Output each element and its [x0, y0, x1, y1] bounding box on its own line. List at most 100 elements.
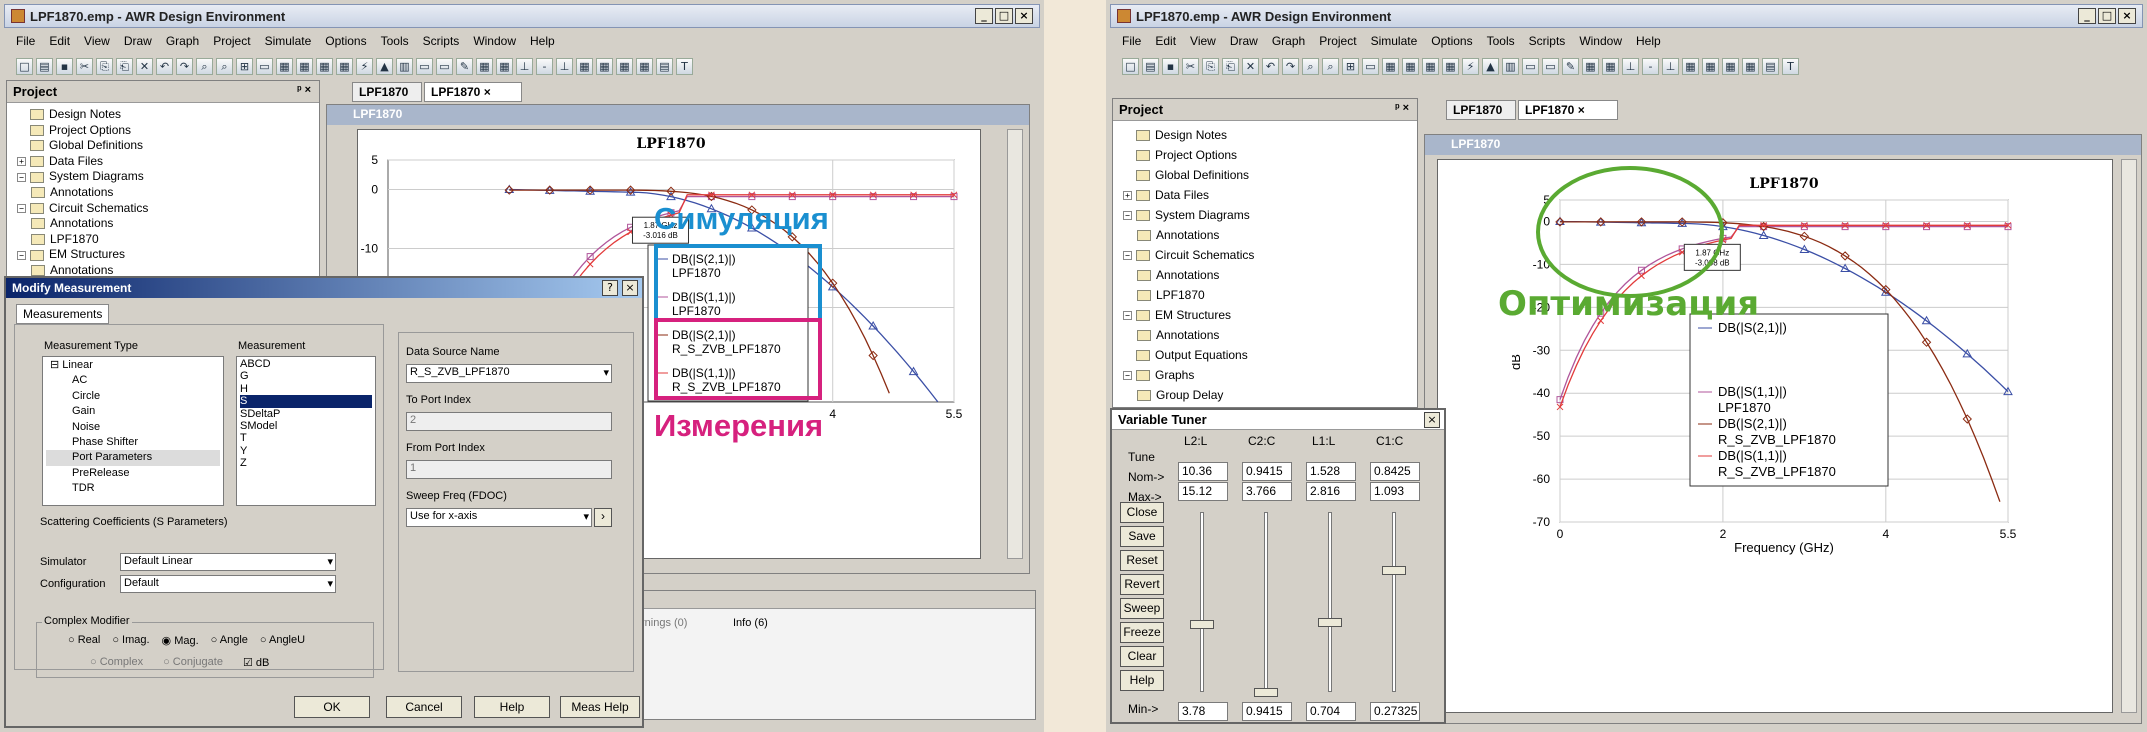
- dialog-button-cancel[interactable]: Cancel: [386, 696, 462, 718]
- measurement-type-item[interactable]: Port Parameters: [46, 450, 220, 466]
- left-graph-vscroll[interactable]: [1007, 129, 1023, 559]
- toolbar-icon[interactable]: ↶: [156, 57, 173, 75]
- tuner-slider-thumb[interactable]: [1382, 565, 1406, 575]
- tree-item[interactable]: Design Notes: [17, 107, 148, 123]
- toolbar-icon[interactable]: ⊥: [516, 57, 533, 75]
- toolbar-icon[interactable]: ▤: [36, 57, 53, 75]
- tab-lpf1870-b[interactable]: LPF1870 ×: [1518, 100, 1618, 120]
- dialog-button-ok[interactable]: OK: [294, 696, 370, 718]
- toolbar-icon[interactable]: ▦: [1582, 57, 1599, 75]
- measurement-type-item[interactable]: PreRelease: [46, 466, 220, 481]
- tuner-nom-field[interactable]: 0.9415: [1242, 462, 1292, 481]
- toolbar-icon[interactable]: ✕: [1242, 57, 1259, 75]
- expand-icon[interactable]: −: [17, 250, 26, 260]
- complex-modifier-option[interactable]: ○ Conjugate: [163, 656, 223, 669]
- toolbar-icon[interactable]: ▥: [396, 57, 413, 75]
- toolbar-icon[interactable]: ⎗: [116, 57, 133, 75]
- sweep-select[interactable]: Use for x-axis ▾: [406, 508, 592, 527]
- toolbar-icon[interactable]: ▤: [656, 57, 673, 75]
- toolbar-icon[interactable]: ⌕: [1322, 57, 1339, 75]
- tree-item[interactable]: + Data Files: [17, 154, 148, 170]
- tree-item[interactable]: Output Equations: [1123, 345, 1254, 365]
- tuner-button-revert[interactable]: Revert: [1120, 574, 1164, 595]
- tab-lpf1870-a[interactable]: LPF1870: [352, 82, 422, 102]
- tuner-max-field[interactable]: 15.12: [1178, 482, 1228, 501]
- measurement-type-item[interactable]: Gain: [46, 404, 220, 419]
- tree-item[interactable]: − Circuit Schematics: [1123, 245, 1254, 265]
- tuner-slider-track[interactable]: [1392, 512, 1396, 692]
- tuner-nom-field[interactable]: 10.36: [1178, 462, 1228, 481]
- menu-scripts[interactable]: Scripts: [1529, 34, 1566, 48]
- tree-item[interactable]: − System Diagrams: [17, 169, 148, 185]
- toolbar-icon[interactable]: ▲: [1482, 57, 1499, 75]
- menu-graph[interactable]: Graph: [1272, 34, 1305, 48]
- toolbar-icon[interactable]: ▦: [1602, 57, 1619, 75]
- tree-item[interactable]: Annotations: [1123, 225, 1254, 245]
- toolbar-icon[interactable]: ▦: [1422, 57, 1439, 75]
- tuner-slider-track[interactable]: [1328, 512, 1332, 692]
- measurement-item[interactable]: G: [240, 370, 372, 382]
- toolbar-icon[interactable]: ▭: [1362, 57, 1379, 75]
- maximize-button[interactable]: □: [2098, 8, 2116, 24]
- menu-simulate[interactable]: Simulate: [265, 34, 312, 48]
- toolbar-icon[interactable]: ↷: [176, 57, 193, 75]
- toolbar-icon[interactable]: ⊥: [1622, 57, 1639, 75]
- measurement-item[interactable]: SModel: [240, 420, 372, 432]
- menu-tools[interactable]: Tools: [381, 34, 409, 48]
- complex-modifier-option[interactable]: ○ Complex: [90, 656, 143, 669]
- from-port-field[interactable]: 1: [406, 460, 612, 479]
- menu-file[interactable]: File: [16, 34, 35, 48]
- toolbar-icon[interactable]: ✎: [1562, 57, 1579, 75]
- menu-view[interactable]: View: [1190, 34, 1216, 48]
- tab-lpf1870-a[interactable]: LPF1870: [1446, 100, 1516, 120]
- menu-project[interactable]: Project: [213, 34, 250, 48]
- toolbar-icon[interactable]: ▦: [336, 57, 353, 75]
- expand-icon[interactable]: −: [1123, 250, 1132, 260]
- tuner-min-field[interactable]: 0.27325: [1370, 702, 1420, 721]
- tree-item[interactable]: − EM Structures: [17, 247, 148, 263]
- toolbar-icon[interactable]: ↷: [1282, 57, 1299, 75]
- menu-graph[interactable]: Graph: [166, 34, 199, 48]
- tree-item[interactable]: + Data Files: [1123, 185, 1254, 205]
- tuner-button-clear[interactable]: Clear: [1120, 646, 1164, 667]
- menu-options[interactable]: Options: [1431, 34, 1472, 48]
- complex-modifier-radio[interactable]: ◉ Mag.: [162, 634, 199, 647]
- expand-icon[interactable]: +: [17, 157, 26, 167]
- maximize-button[interactable]: □: [995, 8, 1013, 24]
- toolbar-icon[interactable]: ▦: [616, 57, 633, 75]
- tuner-slider-track[interactable]: [1200, 512, 1204, 692]
- tree-item[interactable]: − EM Structures: [1123, 305, 1254, 325]
- toolbar-icon[interactable]: ⌕: [196, 57, 213, 75]
- minimize-button[interactable]: _: [975, 8, 993, 24]
- toolbar-icon[interactable]: ⊥: [1662, 57, 1679, 75]
- measurement-item[interactable]: ABCD: [240, 358, 372, 370]
- tree-item[interactable]: Group Delay: [1123, 385, 1254, 405]
- toolbar-icon[interactable]: ▲: [376, 57, 393, 75]
- toolbar-icon[interactable]: ✕: [136, 57, 153, 75]
- toolbar-icon[interactable]: ▪: [56, 57, 73, 75]
- tree-item[interactable]: Global Definitions: [17, 138, 148, 154]
- toolbar-icon[interactable]: ⊞: [236, 57, 253, 75]
- tuner-slider-thumb[interactable]: [1190, 619, 1214, 629]
- measurement-list[interactable]: ABCD G H S SDeltaP SModel T Y Z: [236, 356, 376, 506]
- menu-edit[interactable]: Edit: [49, 34, 70, 48]
- toolbar-icon[interactable]: □: [16, 57, 33, 75]
- tree-item[interactable]: Design Notes: [1123, 125, 1254, 145]
- measurement-item[interactable]: Y: [240, 445, 372, 457]
- toolbar-icon[interactable]: ▦: [276, 57, 293, 75]
- toolbar-icon[interactable]: ⚡: [356, 57, 373, 75]
- tuner-nom-field[interactable]: 1.528: [1306, 462, 1356, 481]
- toolbar-icon[interactable]: ▦: [1382, 57, 1399, 75]
- measurement-item[interactable]: Z: [240, 457, 372, 469]
- toolbar-icon[interactable]: T: [676, 57, 693, 75]
- expand-icon[interactable]: −: [1123, 310, 1132, 320]
- tree-item[interactable]: Project Options: [1123, 145, 1254, 165]
- tuner-slider-thumb[interactable]: [1254, 688, 1278, 697]
- info-tab[interactable]: Info (6): [733, 617, 768, 629]
- menu-file[interactable]: File: [1122, 34, 1141, 48]
- toolbar-icon[interactable]: ▦: [596, 57, 613, 75]
- tuner-min-field[interactable]: 0.704: [1306, 702, 1356, 721]
- tree-item[interactable]: Annotations: [1123, 325, 1254, 345]
- minimize-button[interactable]: _: [2078, 8, 2096, 24]
- close-button[interactable]: ×: [2118, 8, 2136, 24]
